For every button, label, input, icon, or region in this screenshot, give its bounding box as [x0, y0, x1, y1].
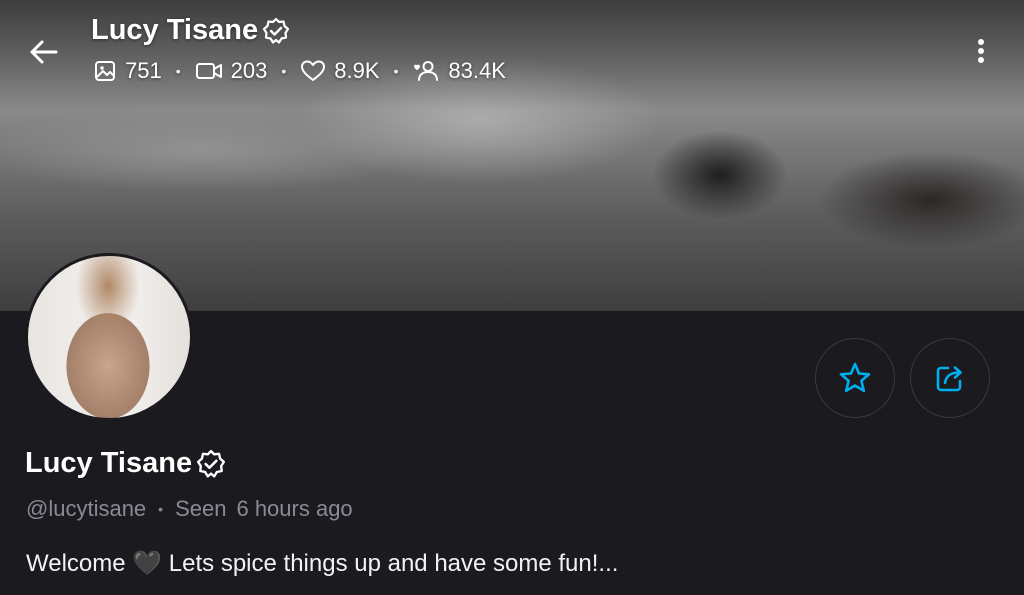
stat-separator: •: [281, 63, 287, 79]
avatar[interactable]: [25, 253, 193, 421]
star-icon: [839, 362, 871, 393]
header-stats: 751 • 203 • 8.9K • 83.4K: [93, 58, 506, 84]
meta-separator: •: [158, 501, 164, 517]
profile-meta: @lucytisane • Seen 6 hours ago: [26, 496, 353, 522]
stat-photos[interactable]: 751: [93, 58, 162, 84]
arrow-left-icon: [30, 40, 58, 64]
share-button[interactable]: [910, 338, 990, 418]
video-icon: [195, 63, 222, 79]
more-vertical-icon: [978, 39, 984, 63]
profile-name: Lucy Tisane: [25, 447, 226, 480]
verified-badge-icon: [197, 449, 226, 477]
profile-handle: @lucytisane: [26, 496, 147, 521]
back-button[interactable]: [26, 34, 62, 70]
seen-label: Seen: [175, 496, 227, 521]
header-title-text: Lucy Tisane: [91, 14, 259, 46]
verified-badge-icon: [262, 17, 290, 44]
seen-value: 6 hours ago: [236, 496, 353, 521]
more-options-button[interactable]: [968, 34, 994, 70]
profile-bio[interactable]: Welcome 🖤 Lets spice things up and have …: [26, 549, 618, 578]
favorite-button[interactable]: [815, 338, 895, 418]
share-icon: [936, 366, 962, 392]
stat-videos-count: 203: [230, 58, 268, 83]
profile-name-text: Lucy Tisane: [25, 447, 193, 479]
top-bar: Lucy Tisane 751 • 203 • 8.9K • 83.4K: [0, 0, 1024, 100]
stat-fans: 83.4K: [412, 58, 506, 84]
stat-photos-count: 751: [125, 58, 162, 83]
header-title: Lucy Tisane: [91, 14, 290, 47]
stat-likes-count: 8.9K: [334, 58, 380, 83]
stat-separator: •: [175, 63, 181, 79]
stat-fans-count: 83.4K: [448, 58, 506, 83]
stat-videos[interactable]: 203: [195, 58, 268, 84]
users-icon: [414, 61, 439, 81]
image-icon: [95, 61, 115, 81]
stat-separator: •: [393, 63, 399, 79]
heart-icon: [301, 60, 326, 81]
stat-likes: 8.9K: [300, 58, 380, 84]
